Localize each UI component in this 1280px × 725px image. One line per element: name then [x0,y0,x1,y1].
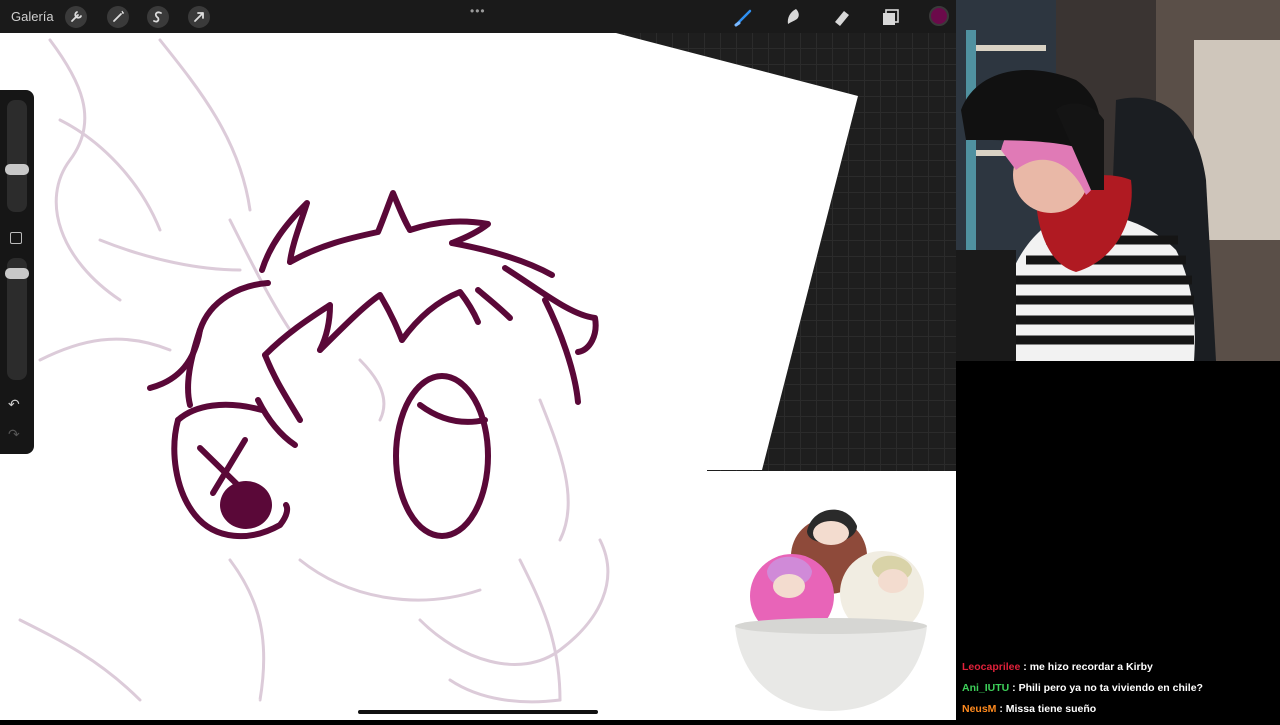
gallery-button[interactable]: Galería [11,9,54,24]
modify-button[interactable] [10,232,22,244]
sub-counter: 100/5 [4,690,65,715]
chat-username: Leocaprilee [962,661,1021,673]
redo-button[interactable]: ↷ [8,426,20,443]
webcam-image [956,0,1280,361]
magic-wand-icon[interactable] [107,6,129,28]
opacity-slider[interactable] [5,258,29,380]
top-toolbar: Galería ••• [0,0,956,33]
chat-panel: Leocaprilee : me hizo recordar a Kirby A… [956,361,1280,720]
layers-icon[interactable] [880,6,902,28]
chat-username: NeusM [962,703,997,715]
chat-message: NeusM : Missa tiene sueño [962,703,1096,715]
transform-arrow-icon[interactable] [188,6,210,28]
home-indicator [358,710,598,714]
left-sidebar: ↶ ↷ [0,90,34,454]
opacity-knob[interactable] [5,268,29,279]
wrench-icon[interactable] [65,6,87,28]
more-options-icon[interactable]: ••• [470,4,486,18]
chat-text: : me hizo recordar a Kirby [1023,661,1153,673]
chat-text: : Phili pero ya no ta viviendo en chile? [1012,682,1203,694]
smudge-icon[interactable] [782,6,804,28]
brush-icon[interactable] [733,6,755,28]
color-picker-button[interactable] [929,6,949,26]
pupil [220,481,272,529]
chat-text: : Missa tiene sueño [999,703,1097,715]
ice-cream-overlay [707,471,956,720]
undo-button[interactable]: ↶ [8,396,20,413]
chat-message: Ani_IUTU : Phili pero ya no ta viviendo … [962,682,1203,694]
ice-cream-image [735,509,927,711]
chat-message: Leocaprilee : me hizo recordar a Kirby [962,661,1153,673]
webcam-feed [956,0,1280,361]
chat-username: Ani_IUTU [962,682,1010,694]
brush-size-slider[interactable] [5,100,29,212]
eraser-icon[interactable] [831,6,853,28]
selection-icon[interactable] [147,6,169,28]
brush-size-knob[interactable] [5,164,29,175]
